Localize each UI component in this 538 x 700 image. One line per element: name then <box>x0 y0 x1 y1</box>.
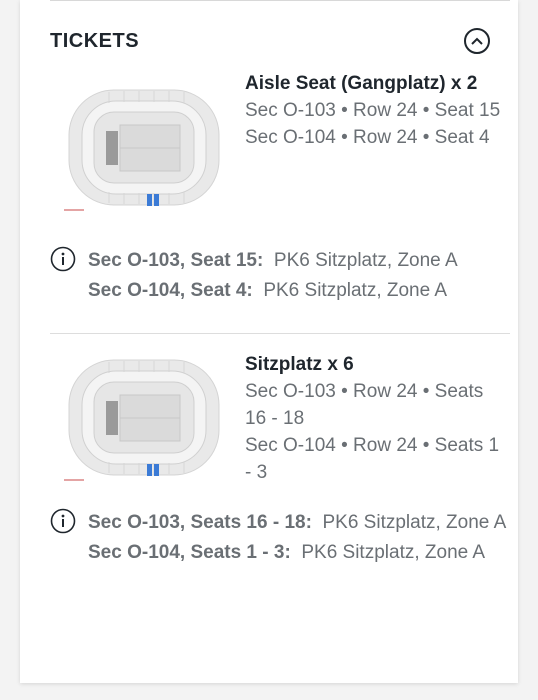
info-text: Sec O-103, Seat 15: PK6 Sitzplatz, Zone … <box>88 246 458 305</box>
stadium-map-icon <box>64 359 220 481</box>
info-value: PK6 Sitzplatz, Zone A <box>263 279 448 301</box>
seat-line: Sec O-103 • Row 24 • Seat 15 <box>245 100 501 121</box>
info-value: PK6 Sitzplatz, Zone A <box>322 512 507 533</box>
ticket-title: Aisle Seat (Gangplatz) x 2 <box>245 73 478 94</box>
info-label: Sec O-104, Seat 4: <box>88 279 253 301</box>
info-line: Sec O-104, Seat 4: PK6 Sitzplatz, Zone A <box>88 276 458 306</box>
tickets-card: TICKETS Aisle Seat (Gangplatz) x 2 Sec O… <box>20 0 518 683</box>
info-label: Sec O-103, Seats 16 - 18: <box>88 512 312 533</box>
info-label: Sec O-103, Seat 15: <box>88 250 264 271</box>
info-label: Sec O-104, Seats 1 - 3: <box>88 541 291 563</box>
divider <box>50 0 510 1</box>
info-line: Sec O-104, Seats 1 - 3: PK6 Sitzplatz, Z… <box>88 538 506 568</box>
info-value: PK6 Sitzplatz, Zone A <box>273 250 458 271</box>
section-title: TICKETS <box>50 29 140 52</box>
stadium-map-icon <box>64 89 220 211</box>
info-text: Sec O-103, Seats 16 - 18: PK6 Sitzplatz,… <box>88 508 506 567</box>
info-icon <box>50 508 76 534</box>
ticket-info: Sec O-103, Seat 15: PK6 Sitzplatz, Zone … <box>50 246 510 305</box>
divider <box>50 333 510 334</box>
info-line: Sec O-103, Seat 15: PK6 Sitzplatz, Zone … <box>88 246 458 276</box>
tickets-header: TICKETS <box>50 26 490 56</box>
chevron-up-icon <box>471 37 483 45</box>
info-icon <box>50 246 76 272</box>
seat-line: Sec O-103 • Row 24 • Seats 16 - 18 <box>245 381 484 429</box>
ticket-title: Sitzplatz x 6 <box>245 354 354 375</box>
collapse-button[interactable] <box>464 28 490 54</box>
ticket-details: Aisle Seat (Gangplatz) x 2 Sec O-103 • R… <box>245 70 505 151</box>
ticket-info: Sec O-103, Seats 16 - 18: PK6 Sitzplatz,… <box>50 508 510 567</box>
seat-line: Sec O-104 • Row 24 • Seats 1 - 3 <box>245 435 500 483</box>
ticket-details: Sitzplatz x 6 Sec O-103 • Row 24 • Seats… <box>245 351 505 486</box>
info-line: Sec O-103, Seats 16 - 18: PK6 Sitzplatz,… <box>88 508 506 538</box>
seat-line: Sec O-104 • Row 24 • Seat 4 <box>245 127 490 148</box>
info-value: PK6 Sitzplatz, Zone A <box>301 541 486 563</box>
